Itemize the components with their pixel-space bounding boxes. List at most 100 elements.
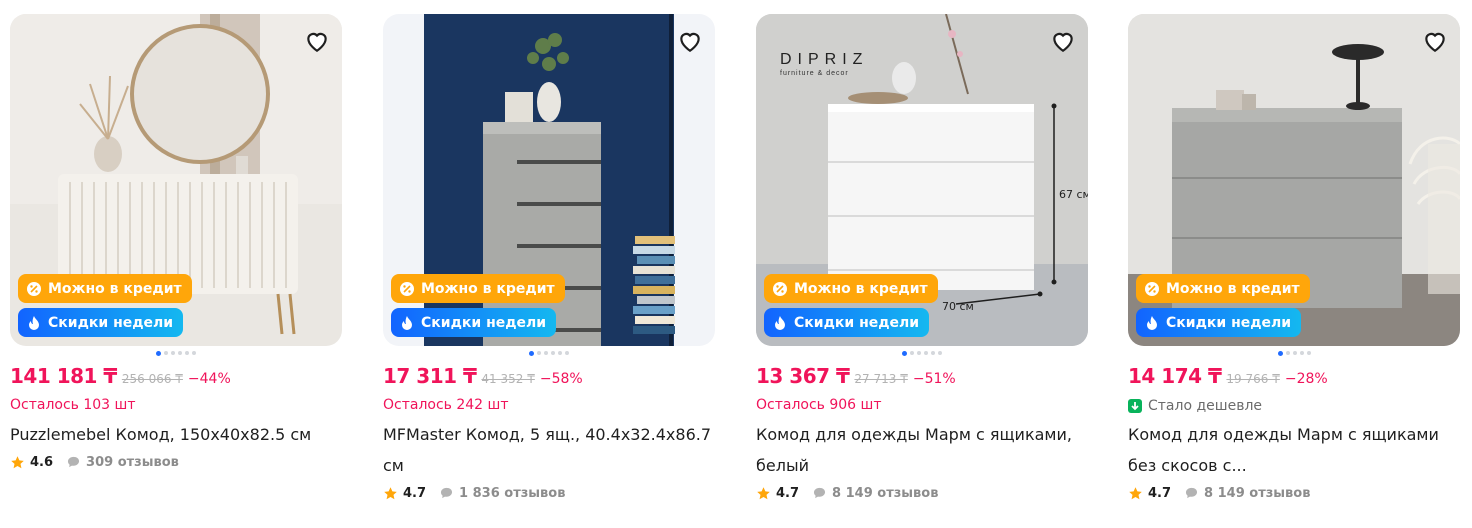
pagination-dot[interactable] — [1292, 351, 1297, 355]
width-dimension: 70 см — [942, 300, 974, 313]
percent-icon — [1144, 281, 1160, 297]
sale-badge-label: Скидки недели — [794, 314, 920, 331]
favorite-button[interactable] — [302, 26, 332, 56]
image-pagination — [383, 346, 715, 360]
pagination-dot[interactable] — [171, 351, 175, 355]
credit-badge: Можно в кредит — [18, 274, 192, 303]
pagination-dot[interactable] — [537, 351, 541, 355]
product-title[interactable]: MFMaster Комод, 5 ящ., 40.4x32.4x86.7 см — [383, 419, 715, 481]
favorite-button[interactable] — [1420, 26, 1450, 56]
pagination-dot[interactable] — [931, 351, 935, 355]
flame-icon — [1144, 315, 1160, 331]
rating-value: 4.7 — [776, 485, 800, 501]
product-title[interactable]: Комод для одежды Марм с ящиками без скос… — [1128, 419, 1460, 481]
reviews-count[interactable]: 8 149 отзывов — [832, 486, 938, 501]
pagination-dot[interactable] — [910, 351, 914, 355]
product-title[interactable]: Puzzlemebel Комод, 150x40x82.5 см — [10, 419, 342, 450]
old-price: 256 066 ₸ — [121, 372, 183, 386]
product-card[interactable]: Можно в кредит Скидки недели 14 174 ₸ 19… — [1128, 14, 1460, 505]
speech-bubble-icon — [1185, 487, 1198, 499]
percent-icon — [399, 281, 415, 297]
discount-percent: −51% — [912, 371, 956, 387]
old-price: 19 766 ₸ — [1226, 372, 1280, 386]
sale-badge-label: Скидки недели — [421, 314, 547, 331]
pagination-dot[interactable] — [565, 351, 569, 355]
product-card[interactable]: Можно в кредит Скидки недели 141 181 ₸ 2… — [10, 14, 342, 474]
pagination-dot[interactable] — [1277, 350, 1283, 356]
pagination-dot[interactable] — [156, 350, 161, 356]
credit-badge: Можно в кредит — [764, 274, 938, 303]
speech-bubble-icon — [67, 456, 80, 468]
current-price: 141 181 ₸ — [10, 364, 117, 388]
pagination-dot[interactable] — [917, 351, 921, 355]
pagination-dot[interactable] — [544, 351, 548, 355]
price-drop-label: Стало дешевле — [1148, 398, 1263, 414]
arrow-down-icon — [1128, 399, 1142, 413]
stock-status: Осталось 906 шт — [756, 397, 882, 413]
sale-badge-label: Скидки недели — [48, 314, 174, 331]
rating-row: 4.7 8 149 отзывов — [756, 481, 1088, 505]
product-image[interactable]: Можно в кредит Скидки недели — [10, 14, 342, 346]
image-pagination — [10, 346, 342, 360]
favorite-button[interactable] — [675, 26, 705, 56]
favorite-button[interactable] — [1048, 26, 1078, 56]
star-icon — [1129, 486, 1142, 499]
pagination-dot[interactable] — [178, 351, 182, 355]
height-dimension: 67 см — [1059, 188, 1088, 201]
pagination-dot[interactable] — [192, 351, 196, 355]
heart-outline-icon — [680, 32, 700, 53]
product-card[interactable]: DIPRIZ furniture & decor 67 см 70 см Мож… — [756, 14, 1088, 505]
current-price: 17 311 ₸ — [383, 364, 477, 388]
flame-icon — [26, 315, 42, 331]
credit-badge-label: Можно в кредит — [48, 280, 182, 297]
brand-logo-text: DIPRIZ — [780, 51, 868, 68]
star-icon — [757, 486, 770, 499]
heart-outline-icon — [1425, 32, 1445, 53]
star-icon — [384, 486, 397, 499]
credit-badge: Можно в кредит — [1136, 274, 1310, 303]
speech-bubble-icon — [440, 487, 453, 499]
product-card[interactable]: Можно в кредит Скидки недели 17 311 ₸ 41… — [383, 14, 715, 505]
pagination-dot[interactable] — [558, 351, 562, 355]
reviews-count[interactable]: 8 149 отзывов — [1204, 486, 1310, 501]
heart-outline-icon — [1053, 32, 1073, 53]
stock-status: Осталось 103 шт — [10, 397, 136, 413]
credit-badge: Можно в кредит — [391, 274, 565, 303]
product-image[interactable]: Можно в кредит Скидки недели — [383, 14, 715, 346]
product-image[interactable]: Можно в кредит Скидки недели — [1128, 14, 1460, 346]
sale-badge: Скидки недели — [1136, 308, 1302, 337]
speech-bubble-icon — [813, 487, 826, 499]
pagination-dot[interactable] — [1285, 351, 1290, 355]
current-price: 14 174 ₸ — [1128, 364, 1222, 388]
pagination-dot[interactable] — [1306, 351, 1311, 355]
flame-icon — [772, 315, 788, 331]
discount-percent: −28% — [1284, 371, 1328, 387]
brand-logo-subtext: furniture & decor — [780, 70, 849, 77]
percent-icon — [772, 281, 788, 297]
price-drop-status: Стало дешевле — [1128, 397, 1460, 415]
rating-row: 4.6 309 отзывов — [10, 450, 342, 474]
pagination-dot[interactable] — [902, 350, 907, 356]
product-image[interactable]: DIPRIZ furniture & decor 67 см 70 см Мож… — [756, 14, 1088, 346]
pagination-dot[interactable] — [164, 351, 168, 355]
sale-badge: Скидки недели — [391, 308, 557, 337]
price-row: 17 311 ₸ 41 352 ₸ −58% — [383, 364, 715, 388]
pagination-dot[interactable] — [551, 351, 555, 355]
rating-value: 4.7 — [1148, 485, 1172, 501]
old-price: 27 713 ₸ — [854, 372, 908, 386]
product-title[interactable]: Комод для одежды Марм с ящиками, белый — [756, 419, 1088, 481]
reviews-count[interactable]: 1 836 отзывов — [459, 486, 565, 501]
price-row: 14 174 ₸ 19 766 ₸ −28% — [1128, 364, 1460, 388]
discount-percent: −44% — [187, 371, 231, 387]
pagination-dot[interactable] — [185, 351, 189, 355]
price-row: 13 367 ₸ 27 713 ₸ −51% — [756, 364, 1088, 388]
image-pagination — [756, 346, 1088, 360]
pagination-dot[interactable] — [1299, 351, 1304, 355]
pagination-dot[interactable] — [924, 351, 928, 355]
rating-value: 4.6 — [30, 454, 54, 470]
reviews-count[interactable]: 309 отзывов — [86, 455, 179, 470]
sale-badge-label: Скидки недели — [1166, 314, 1292, 331]
image-pagination — [1128, 346, 1460, 360]
pagination-dot[interactable] — [938, 351, 942, 355]
pagination-dot[interactable] — [529, 350, 534, 356]
